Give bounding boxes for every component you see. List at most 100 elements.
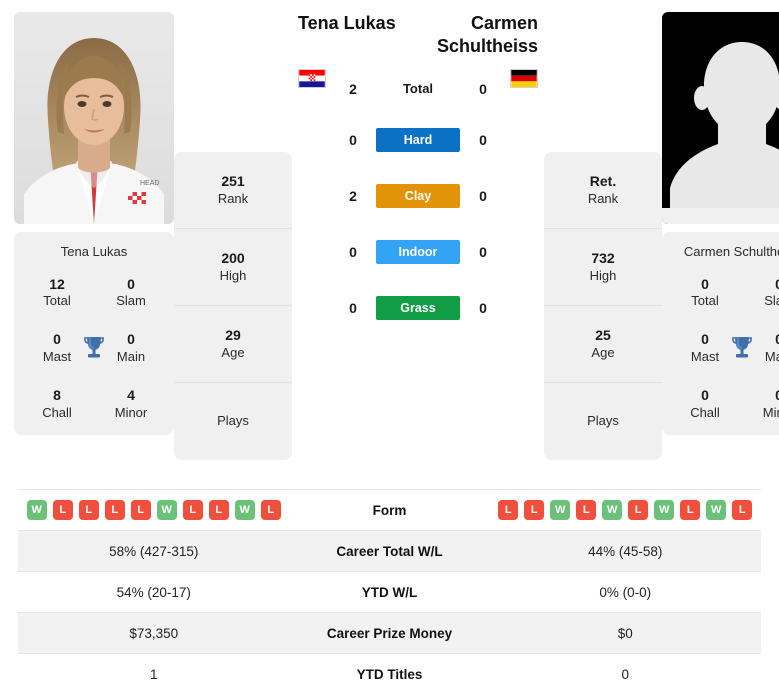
form-badge-win[interactable]: W <box>550 500 571 520</box>
form-badge-win[interactable]: W <box>234 500 255 520</box>
form-badge-loss[interactable]: L <box>182 500 203 520</box>
left-player-photo[interactable]: HEAD <box>14 12 174 224</box>
left-rank-card: 251 Rank 200 High 29 Age Plays <box>174 152 292 460</box>
h2h-left-value: 0 <box>349 132 357 148</box>
form-badge-win[interactable]: W <box>654 500 675 520</box>
h2h-surface-label-grass[interactable]: Grass <box>376 296 460 320</box>
left-rank-cell: 251 Rank <box>174 152 292 229</box>
stats-comparison-table: WLLLLWLLWL Form LLWLWLWLWL 58% (427-315)… <box>18 489 761 694</box>
form-badge-win[interactable]: W <box>26 500 47 520</box>
row-label-form: Form <box>372 502 407 518</box>
left-age-label: Age <box>221 344 245 360</box>
left-titles-chall: 8 Chall <box>20 387 94 421</box>
left-high-value: 200 <box>221 250 245 267</box>
form-badge-loss[interactable]: L <box>628 500 649 520</box>
form-badge-win[interactable]: W <box>602 500 623 520</box>
h2h-surface-label-clay[interactable]: Clay <box>376 184 460 208</box>
right-ytd-titles: 0 <box>621 666 629 682</box>
right-titles-minor-value: 0 <box>775 387 779 404</box>
h2h-left-value: 0 <box>349 244 357 260</box>
row-label-career-prize-money: Career Prize Money <box>326 625 453 641</box>
row-label-ytd-wl: YTD W/L <box>361 584 418 600</box>
right-career-prize-money: $0 <box>617 625 633 641</box>
right-titles-slam-label: Slam <box>764 293 779 309</box>
form-badge-loss[interactable]: L <box>104 500 125 520</box>
row-label-ytd-titles: YTD Titles <box>356 666 423 682</box>
h2h-right-value: 0 <box>479 81 487 97</box>
right-player-titles-card: Carmen Schultheiss 0 Total 0 Slam 0 Mast <box>662 232 779 435</box>
right-player-name[interactable]: Carmen Schultheiss <box>418 12 538 57</box>
h2h-right-value: 0 <box>479 132 487 148</box>
left-rank-value: 251 <box>221 173 245 190</box>
svg-text:HEAD: HEAD <box>140 180 159 187</box>
form-badge-loss[interactable]: L <box>208 500 229 520</box>
h2h-row: 2 Clay 0 <box>298 168 538 224</box>
form-badge-loss[interactable]: L <box>498 500 519 520</box>
h2h-row: 0 Hard 0 <box>298 112 538 168</box>
h2h-surface-list: 2 Total 0 0 Hard 0 2 Clay 0 0 Indoor 0 0… <box>298 81 538 336</box>
right-rank-card: Ret. Rank 732 High 25 Age Plays <box>544 152 662 460</box>
h2h-left-value: 2 <box>349 188 357 204</box>
comparison-top-section: HEAD Tena Lukas 12 Total 0 Slam 0 Mast 0… <box>0 0 779 470</box>
right-plays-label: Plays <box>587 413 619 429</box>
form-badge-win[interactable]: W <box>156 500 177 520</box>
form-badge-win[interactable]: W <box>706 500 727 520</box>
left-titles-total-label: Total <box>43 293 71 309</box>
right-titles-grid: 0 Total 0 Slam 0 Mast 0 Main <box>668 276 779 421</box>
h2h-surface-label-indoor[interactable]: Indoor <box>376 240 460 264</box>
left-titles-slam: 0 Slam <box>94 276 168 310</box>
table-row: 58% (427-315) Career Total W/L 44% (45-5… <box>18 530 761 571</box>
left-career-total-wl: 58% (427-315) <box>109 543 199 559</box>
form-badge-loss[interactable]: L <box>576 500 597 520</box>
h2h-right-value: 0 <box>479 188 487 204</box>
right-titles-minor-label: Minor <box>762 404 779 420</box>
right-titles-chall-label: Chall <box>690 404 720 420</box>
left-player-titles-card: Tena Lukas 12 Total 0 Slam 0 Mast 0 Main… <box>14 232 174 435</box>
left-titles-minor-value: 4 <box>127 387 135 404</box>
right-high-cell: 732 High <box>544 229 662 306</box>
right-titles-total: 0 Total <box>668 276 742 310</box>
right-titles-chall: 0 Chall <box>668 387 742 421</box>
table-row: 54% (20-17) YTD W/L 0% (0-0) <box>18 571 761 612</box>
right-high-value: 732 <box>591 250 615 267</box>
right-career-total-wl: 44% (45-58) <box>588 543 663 559</box>
h2h-right-value: 0 <box>479 300 487 316</box>
left-titles-total-value: 12 <box>49 275 65 292</box>
left-titles-total: 12 Total <box>20 276 94 310</box>
left-high-label: High <box>219 267 247 283</box>
left-form-cell: WLLLLWLLWL <box>18 490 290 530</box>
h2h-surface-label-hard[interactable]: Hard <box>376 128 460 152</box>
left-form-badges: WLLLLWLLWL <box>26 500 281 520</box>
right-titles-slam: 0 Slam <box>742 276 779 310</box>
form-badge-loss[interactable]: L <box>524 500 545 520</box>
form-badge-loss[interactable]: L <box>680 500 701 520</box>
right-rank-value: Ret. <box>589 173 617 190</box>
left-titles-minor: 4 Minor <box>94 387 168 421</box>
table-row: $73,350 Career Prize Money $0 <box>18 612 761 653</box>
player-comparison-page: HEAD Tena Lukas 12 Total 0 Slam 0 Mast 0… <box>0 0 779 699</box>
left-titles-chall-value: 8 <box>53 387 61 404</box>
row-label-career-total-wl: Career Total W/L <box>336 543 443 559</box>
h2h-row: 0 Grass 0 <box>298 280 538 336</box>
right-age-label: Age <box>591 344 615 360</box>
right-age-cell: 25 Age <box>544 306 662 383</box>
right-player-photo[interactable] <box>662 12 779 224</box>
h2h-left-value: 0 <box>349 300 357 316</box>
form-badge-loss[interactable]: L <box>52 500 73 520</box>
left-plays-cell: Plays <box>174 383 292 460</box>
h2h-row: 0 Indoor 0 <box>298 224 538 280</box>
left-player-name[interactable]: Tena Lukas <box>298 12 418 35</box>
left-age-value: 29 <box>225 327 241 344</box>
left-player-column: HEAD Tena Lukas 12 Total 0 Slam 0 Mast 0… <box>14 12 174 435</box>
left-plays-label: Plays <box>217 413 249 429</box>
form-badge-loss[interactable]: L <box>78 500 99 520</box>
form-badge-loss[interactable]: L <box>732 500 753 520</box>
left-age-cell: 29 Age <box>174 306 292 383</box>
form-badge-loss[interactable]: L <box>130 500 151 520</box>
left-titles-grid: 12 Total 0 Slam 0 Mast 0 Main 8 Chall 4 … <box>20 276 168 421</box>
left-titles-chall-label: Chall <box>42 404 72 420</box>
right-age-value: 25 <box>595 327 611 344</box>
right-player-column: Carmen Schultheiss 0 Total 0 Slam 0 Mast <box>662 12 779 435</box>
form-badge-loss[interactable]: L <box>260 500 281 520</box>
head-to-head-column: Tena Lukas Carmen Schultheiss 2 Total 0 … <box>292 12 544 336</box>
